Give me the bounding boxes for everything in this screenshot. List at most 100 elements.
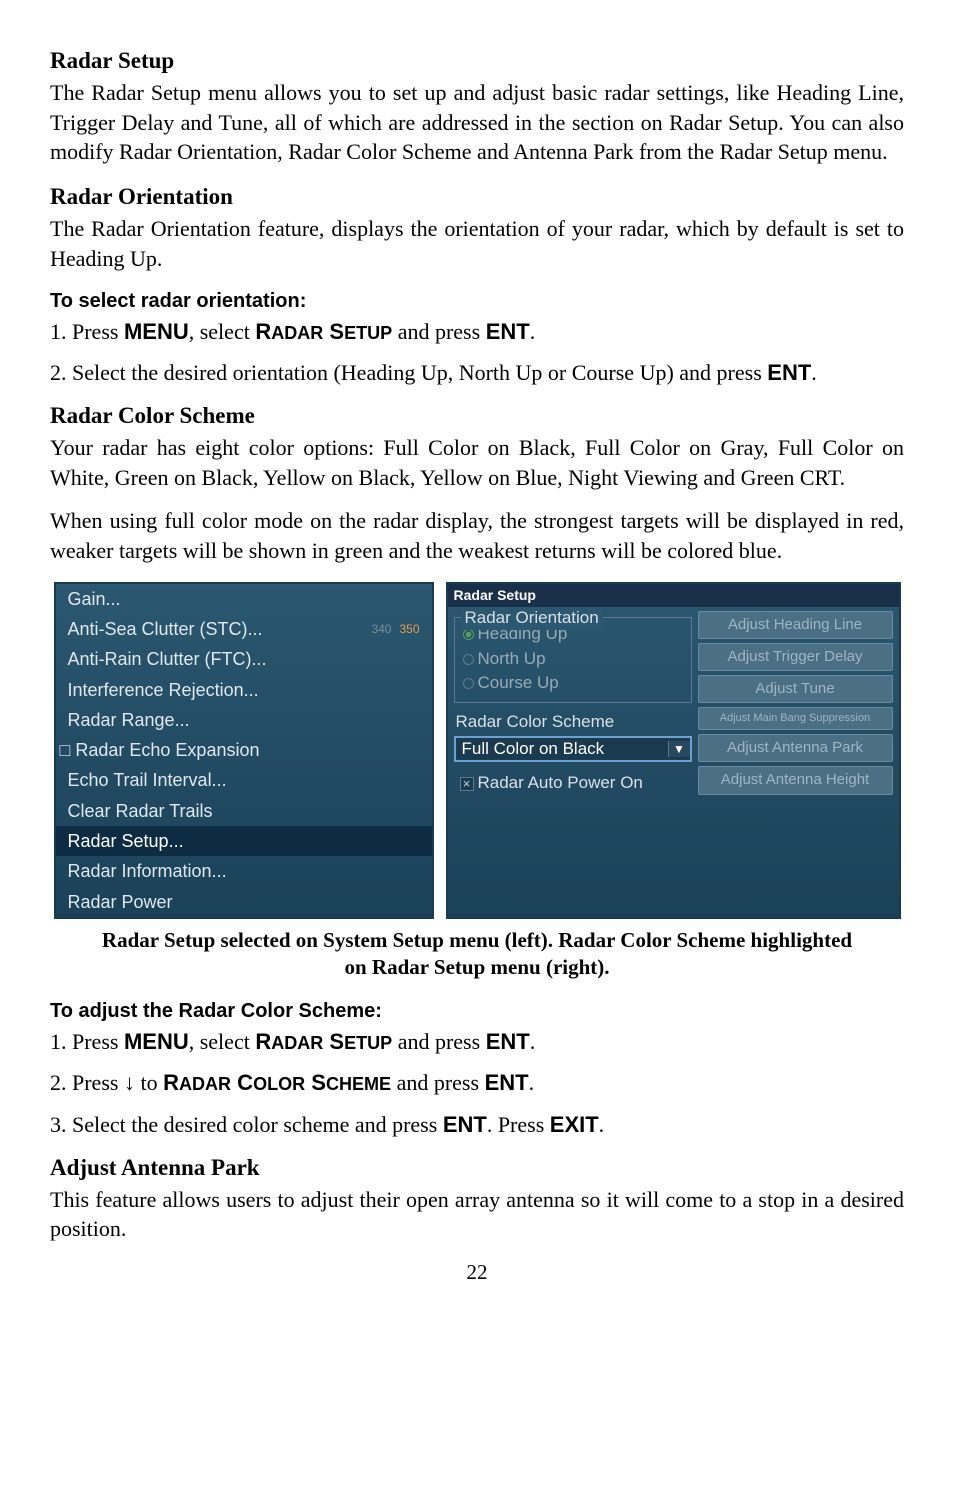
step-text: , select xyxy=(189,1029,256,1054)
label: Course Up xyxy=(478,673,559,692)
adjust-antenna-height-button[interactable]: Adjust Antenna Height xyxy=(698,766,893,794)
system-setup-menu: Gain... Anti-Sea Clutter (STC)...350340 … xyxy=(54,582,434,919)
radio-north-up[interactable]: North Up xyxy=(463,647,683,672)
exit-key: EXIT xyxy=(550,1112,599,1137)
radar-color-scheme-key: RADAR COLOR SCHEME xyxy=(163,1070,391,1095)
label: Radar Auto Power On xyxy=(478,773,643,792)
adjust-antenna-park-heading: Adjust Antenna Park xyxy=(50,1152,904,1183)
radar-setup-key: RADAR SETUP xyxy=(255,1029,392,1054)
step-text: and press xyxy=(392,319,485,344)
badge-340: 340 xyxy=(371,617,391,637)
chevron-down-icon: ▼ xyxy=(668,741,690,757)
radar-color-scheme-heading: Radar Color Scheme xyxy=(50,400,904,431)
label: Anti-Sea Clutter (STC)... xyxy=(68,619,263,639)
radar-orientation-fieldset: Radar Orientation Heading Up North Up Co… xyxy=(454,617,692,704)
cap: S xyxy=(305,1070,326,1095)
menu-key: MENU xyxy=(124,319,189,344)
radar-setup-dialog: Radar Setup Radar Orientation Heading Up… xyxy=(446,582,901,919)
step-text: . Press xyxy=(487,1112,550,1137)
label: North Up xyxy=(478,649,546,668)
step-text: and press xyxy=(391,1070,484,1095)
adjust-rcs-subheading: To adjust the Radar Color Scheme: xyxy=(50,998,904,1025)
menu-key: MENU xyxy=(124,1029,189,1054)
label: Radar Echo Expansion xyxy=(75,740,259,760)
dropdown-value: Full Color on Black xyxy=(456,738,668,761)
radio-dot-icon xyxy=(463,678,474,689)
sm: ADAR xyxy=(271,323,323,343)
cap: C xyxy=(231,1070,253,1095)
sm: ETUP xyxy=(344,323,392,343)
select-orientation-subheading: To select radar orientation: xyxy=(50,288,904,315)
rcs-paragraph-1: Your radar has eight color options: Full… xyxy=(50,433,904,492)
cap: S xyxy=(323,319,344,344)
rcs-step-1: 1. Press MENU, select RADAR SETUP and pr… xyxy=(50,1027,904,1057)
radio-dot-icon xyxy=(463,654,474,665)
ent-key: ENT xyxy=(486,1029,530,1054)
radar-orientation-paragraph: The Radar Orientation feature, displays … xyxy=(50,214,904,273)
menu-item-radar-range[interactable]: Radar Range... xyxy=(56,705,432,735)
down-arrow-icon: ↓ xyxy=(124,1070,135,1095)
step-text: and press xyxy=(392,1029,485,1054)
step-text: . xyxy=(530,1029,536,1054)
figure-caption: Radar Setup selected on System Setup men… xyxy=(90,927,864,982)
adjust-heading-line-button[interactable]: Adjust Heading Line xyxy=(698,611,893,639)
menu-item-interference-rejection[interactable]: Interference Rejection... xyxy=(56,675,432,705)
menu-item-clear-radar-trails[interactable]: Clear Radar Trails xyxy=(56,796,432,826)
ent-key: ENT xyxy=(767,360,811,385)
ent-key: ENT xyxy=(443,1112,487,1137)
step-text: . xyxy=(530,319,536,344)
radar-orientation-heading: Radar Orientation xyxy=(50,181,904,212)
orientation-step-2: 2. Select the desired orientation (Headi… xyxy=(50,358,904,388)
menu-item-anti-sea-clutter[interactable]: Anti-Sea Clutter (STC)... 350 340 xyxy=(56,614,432,644)
cap: R xyxy=(255,319,271,344)
adjust-tune-button[interactable]: Adjust Tune xyxy=(698,675,893,703)
rcs-step-2: 2. Press ↓ to RADAR COLOR SCHEME and pre… xyxy=(50,1068,904,1098)
step-text: . xyxy=(811,360,817,385)
rcs-paragraph-2: When using full color mode on the radar … xyxy=(50,506,904,565)
menu-item-radar-power[interactable]: Radar Power xyxy=(56,887,432,917)
ent-key: ENT xyxy=(485,1070,529,1095)
sm: ADAR xyxy=(179,1074,231,1094)
color-scheme-dropdown[interactable]: Full Color on Black ▼ xyxy=(454,736,692,762)
step-text: to xyxy=(135,1070,163,1095)
radar-color-scheme-label: Radar Color Scheme xyxy=(456,711,692,734)
cap: R xyxy=(163,1070,179,1095)
adjust-antenna-park-paragraph: This feature allows users to adjust thei… xyxy=(50,1185,904,1244)
figure-row: Gain... Anti-Sea Clutter (STC)...350340 … xyxy=(50,582,904,919)
menu-item-radar-information[interactable]: Radar Information... xyxy=(56,856,432,886)
dialog-titlebar: Radar Setup xyxy=(448,584,899,607)
page-number: 22 xyxy=(50,1258,904,1286)
badge-350: 350 xyxy=(399,617,419,637)
sm: ADAR xyxy=(271,1033,323,1053)
sm: CHEME xyxy=(326,1074,391,1094)
step-text: . xyxy=(529,1070,535,1095)
menu-item-radar-echo-expansion[interactable]: □ Radar Echo Expansion xyxy=(56,735,432,765)
cap: R xyxy=(255,1029,271,1054)
radio-dot-icon xyxy=(463,629,474,640)
step-text: 2. Press xyxy=(50,1070,124,1095)
rcs-step-3: 3. Select the desired color scheme and p… xyxy=(50,1110,904,1140)
step-text: 1. Press xyxy=(50,319,124,344)
menu-item-gain[interactable]: Gain... xyxy=(56,584,432,614)
checkbox-icon: × xyxy=(460,777,474,791)
adjust-trigger-delay-button[interactable]: Adjust Trigger Delay xyxy=(698,643,893,671)
cap: S xyxy=(323,1029,344,1054)
ent-key: ENT xyxy=(486,319,530,344)
adjust-main-bang-suppression-button[interactable]: Adjust Main Bang Suppression xyxy=(698,707,893,730)
orientation-step-1: 1. Press MENU, select RADAR SETUP and pr… xyxy=(50,317,904,347)
step-text: 2. Select the desired orientation (Headi… xyxy=(50,360,767,385)
sm: ETUP xyxy=(344,1033,392,1053)
radar-setup-paragraph: The Radar Setup menu allows you to set u… xyxy=(50,78,904,167)
menu-item-radar-setup[interactable]: Radar Setup... xyxy=(56,826,432,856)
step-text: , select xyxy=(189,319,256,344)
step-text: . xyxy=(599,1112,605,1137)
menu-item-anti-rain-clutter[interactable]: Anti-Rain Clutter (FTC)... xyxy=(56,644,432,674)
radar-setup-key: RADAR SETUP xyxy=(255,319,392,344)
fieldset-legend: Radar Orientation xyxy=(461,607,603,630)
sm: OLOR xyxy=(253,1074,305,1094)
radar-auto-power-checkbox[interactable]: × Radar Auto Power On xyxy=(460,772,692,795)
radio-course-up[interactable]: Course Up xyxy=(463,671,683,696)
radar-setup-heading: Radar Setup xyxy=(50,45,904,76)
adjust-antenna-park-button[interactable]: Adjust Antenna Park xyxy=(698,734,893,762)
menu-item-echo-trail-interval[interactable]: Echo Trail Interval... xyxy=(56,765,432,795)
